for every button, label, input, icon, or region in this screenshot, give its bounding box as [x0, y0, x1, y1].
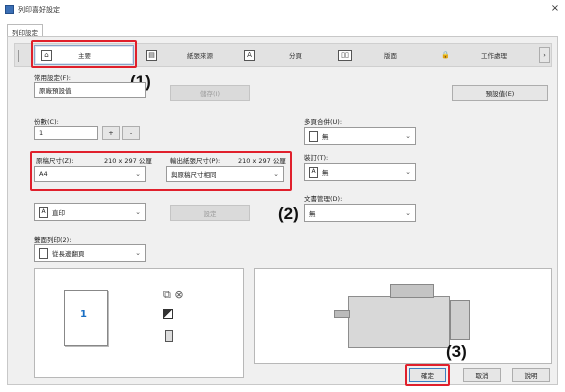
toolbar-more-button[interactable]: › [539, 47, 550, 63]
duplex-value: 從長邊翻頁 [52, 250, 85, 258]
duplex-select[interactable]: 從長邊翻頁 ⌄ [34, 244, 146, 262]
title-bar [0, 0, 565, 20]
chevron-down-icon: ⌄ [405, 168, 411, 176]
ok-button[interactable]: 確定 [409, 368, 446, 382]
chevron-down-icon: ⌄ [135, 170, 141, 178]
staple-select[interactable]: A 無 ⌄ [304, 163, 416, 181]
duplex-label: 雙面列印(2): [34, 236, 72, 244]
document-filing-value: 無 [309, 210, 316, 218]
close-button[interactable]: × [548, 2, 562, 16]
tab-layout[interactable]: ▯▯ 版面 [338, 47, 418, 63]
document-filing-label: 文書管理(D): [304, 195, 343, 203]
chevron-down-icon: ⌄ [405, 209, 411, 217]
cancel-button[interactable]: 取消 [463, 368, 501, 382]
original-size-select[interactable]: A4 ⌄ [34, 166, 146, 182]
tab-paper-source-label: 紙張來源 [187, 52, 213, 60]
color-mode-icon [163, 309, 173, 319]
defaults-button[interactable]: 預設值(E) [452, 85, 548, 101]
printer-finisher [450, 300, 470, 340]
copy-icons: ⧉ ⊗ [163, 288, 184, 301]
favorites-value: 原廠預設值 [39, 87, 72, 95]
duplex-icon [39, 247, 48, 259]
n-up-select[interactable]: 無 ⌄ [304, 127, 416, 145]
copies-input[interactable]: 1 [34, 126, 98, 140]
printer-output-tray [334, 310, 350, 318]
n-up-value: 無 [322, 133, 329, 141]
output-size-dims: 210 x 297 公厘 [238, 157, 286, 165]
layout-icon: ▯▯ [338, 49, 352, 61]
job-icon: 🔒 [441, 51, 450, 59]
page-number: 1 [80, 309, 87, 320]
output-size-value: 與原稿尺寸相同 [171, 171, 217, 179]
tab-finishing[interactable]: A 分頁 [244, 47, 324, 63]
paper-tray-icon: ▤ [146, 49, 157, 61]
favorites-select[interactable]: 原廠預設值 [34, 82, 146, 98]
chevron-down-icon: ⌄ [273, 170, 279, 178]
printer-icon [5, 5, 14, 14]
window-title: 列印喜好設定 [18, 6, 60, 14]
orientation-value: 直印 [52, 209, 65, 217]
chevron-down-icon: ⌄ [135, 249, 141, 257]
chevron-down-icon: ⌄ [405, 132, 411, 140]
favorites-label: 常用設定(F): [34, 74, 72, 82]
save-button[interactable]: 儲存(I) [170, 85, 250, 101]
staple-value: 無 [322, 169, 329, 177]
chevron-down-icon: ⌄ [135, 208, 141, 216]
page-icon: A [244, 49, 255, 61]
original-size-value: A4 [39, 170, 48, 178]
n-up-icon [309, 130, 318, 142]
callout-2: (2) [278, 204, 299, 223]
orientation-select[interactable]: A 直印 ⌄ [34, 203, 146, 221]
original-size-label: 原稿尺寸(Z): [36, 157, 74, 165]
staple-icon: A [309, 166, 318, 178]
tab-job-handling-label: 工作處理 [481, 52, 507, 60]
portrait-icon: A [39, 206, 48, 218]
callout-box-1 [31, 40, 137, 68]
tab-layout-label: 版面 [384, 52, 397, 60]
tab-print-settings[interactable]: 列印設定 [7, 24, 43, 37]
copies-label: 份數(C): [34, 118, 59, 126]
copies-plus-button[interactable]: + [102, 126, 120, 140]
output-size-select[interactable]: 與原稿尺寸相同 ⌄ [166, 166, 284, 182]
copies-minus-button[interactable]: - [122, 126, 140, 140]
settings-button[interactable]: 設定 [170, 205, 250, 221]
printer-illustration [348, 296, 450, 348]
paper-icon [165, 330, 173, 342]
toolbar-grip [18, 50, 22, 62]
tab-finishing-label: 分頁 [289, 52, 302, 60]
tab-paper-source[interactable]: ▤ 紙張來源 [146, 47, 230, 63]
printer-scanner [390, 284, 434, 298]
callout-3: (3) [446, 342, 467, 361]
tab-job-handling[interactable]: 🔒 工作處理 [440, 47, 530, 63]
staple-label: 裝訂(T): [304, 154, 329, 162]
original-size-dims: 210 x 297 公厘 [104, 157, 152, 165]
output-size-label: 輸出紙張尺寸(P): [170, 157, 221, 165]
document-filing-select[interactable]: 無 ⌄ [304, 204, 416, 222]
copies-value: 1 [39, 129, 44, 137]
help-button[interactable]: 說明 [512, 368, 550, 382]
n-up-label: 多頁合併(U): [304, 118, 343, 126]
